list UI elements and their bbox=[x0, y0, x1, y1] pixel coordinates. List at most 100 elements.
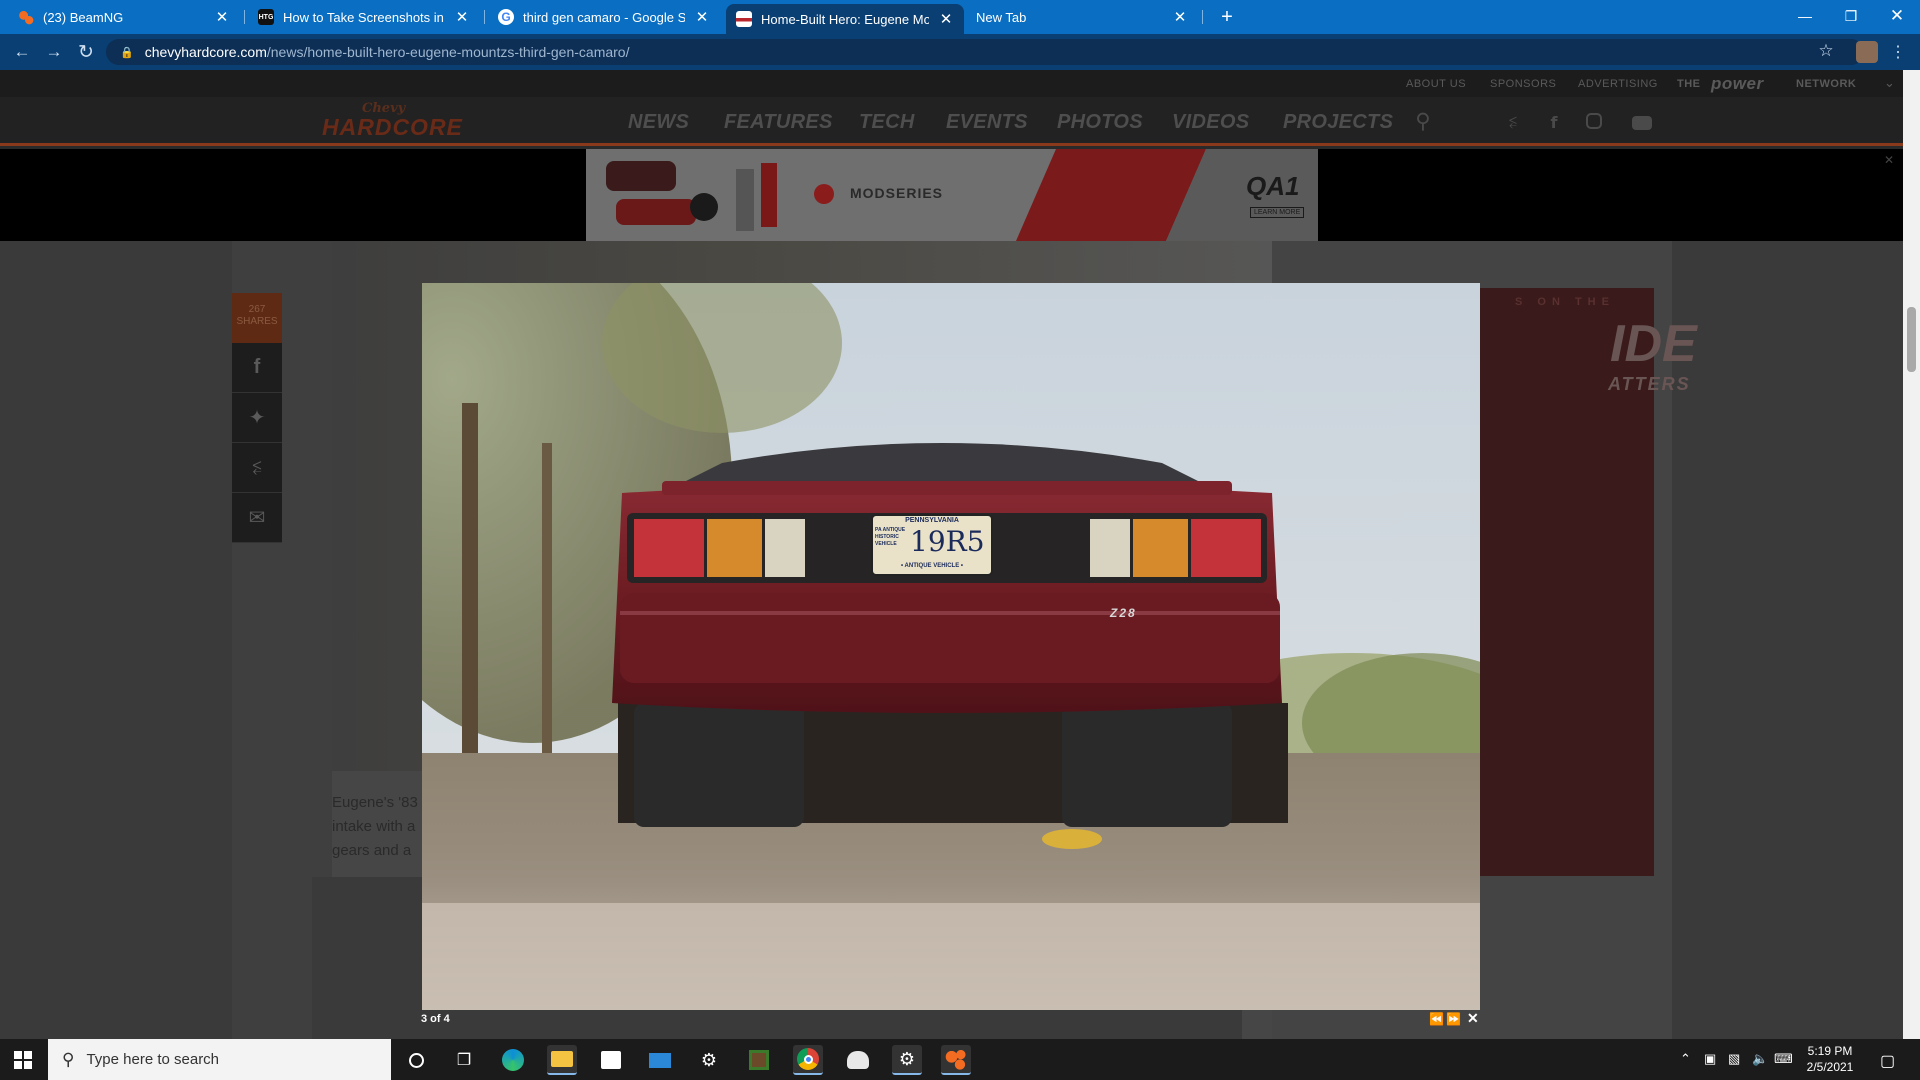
helmet-app-icon[interactable] bbox=[843, 1045, 873, 1075]
nav-projects[interactable]: PROJECTS bbox=[1283, 111, 1393, 134]
share-twitter-icon[interactable]: ✦ bbox=[232, 393, 282, 443]
show-hidden-icons[interactable]: ⌃ bbox=[1680, 1051, 1691, 1067]
chrome-icon[interactable] bbox=[793, 1045, 823, 1075]
taskbar-search[interactable]: ⚲ Type here to search bbox=[48, 1039, 391, 1080]
forward-icon[interactable]: → bbox=[44, 42, 64, 62]
search-icon[interactable]: ⚲ bbox=[1414, 109, 1432, 133]
site-nav-bar: Chevy HARDCORE NEWS FEATURES TECH EVENTS… bbox=[0, 97, 1920, 146]
close-lightbox-icon[interactable]: ✕ bbox=[1467, 1010, 1479, 1026]
windows-taskbar: ⚲ Type here to search ❐ ⚙ ⚙ ⌃ ▣ ▧ 🔈 ⌨ 5:… bbox=[0, 1039, 1920, 1080]
youtube-icon[interactable] bbox=[1632, 116, 1652, 130]
tab-new-tab[interactable]: New Tab ✕ bbox=[966, 0, 1198, 34]
beamng-icon bbox=[18, 9, 34, 25]
article-caption: Eugene's '83 intake with a gears and a bbox=[332, 794, 418, 859]
tab-title: Home-Built Hero: Eugene Mountz bbox=[761, 11, 929, 27]
ad-cta-button[interactable]: LEARN MORE bbox=[1250, 207, 1305, 218]
notification-center-icon[interactable]: ▢ bbox=[1880, 1051, 1895, 1071]
new-tab-button[interactable]: + bbox=[1212, 0, 1242, 34]
plate-state: PENNSYLVANIA bbox=[905, 517, 959, 524]
tab-chevy-hardcore[interactable]: Home-Built Hero: Eugene Mountz ✕ bbox=[726, 4, 964, 34]
beamng-taskbar-icon[interactable] bbox=[941, 1045, 971, 1075]
instagram-icon[interactable] bbox=[1586, 113, 1602, 129]
menu-dots-icon[interactable]: ⋮ bbox=[1888, 42, 1908, 62]
plate-side-text: PA ANTIQUE HISTORIC VEHICLE bbox=[875, 527, 906, 547]
chevron-down-icon[interactable]: ⌄ bbox=[1884, 75, 1895, 91]
browser-toolbar: ← → ↻ 🔒 chevyhardcore.com/news/home-buil… bbox=[0, 34, 1920, 70]
previous-image-icon[interactable]: ⏪ bbox=[1429, 1012, 1444, 1026]
close-window-icon[interactable]: ✕ bbox=[1874, 0, 1920, 32]
minimize-icon[interactable]: — bbox=[1782, 0, 1828, 32]
next-image-icon[interactable]: ⏩ bbox=[1446, 1012, 1461, 1026]
profile-avatar[interactable] bbox=[1856, 41, 1878, 63]
car-badge: Z28 bbox=[1110, 606, 1137, 620]
lightbox-counter: 3 of 4 bbox=[421, 1013, 450, 1025]
facebook-icon[interactable]: f bbox=[1545, 113, 1563, 132]
network-suffix: NETWORK bbox=[1796, 78, 1857, 90]
side-ad-line2: IDE bbox=[1610, 315, 1697, 373]
lock-icon: 🔒 bbox=[120, 46, 134, 59]
reload-icon[interactable]: ↻ bbox=[76, 42, 96, 63]
tab-title: New Tab bbox=[976, 9, 1027, 25]
lightbox-photo: PENNSYLVANIA PA ANTIQUE HISTORIC VEHICLE… bbox=[422, 283, 1480, 1010]
ad-row: MODSERIES QA1 LEARN MORE ✕ bbox=[0, 149, 1920, 241]
mail-icon[interactable] bbox=[645, 1045, 675, 1075]
tab-google-search[interactable]: G third gen camaro - Google Search ✕ bbox=[488, 0, 720, 34]
steam-icon[interactable]: ⚙ bbox=[694, 1045, 724, 1075]
bookmark-star-icon[interactable]: ☆ bbox=[1816, 41, 1836, 61]
nav-news[interactable]: NEWS bbox=[628, 111, 689, 134]
share-rss-icon[interactable]: ⥶ bbox=[232, 443, 282, 493]
nav-features[interactable]: FEATURES bbox=[724, 111, 833, 134]
nav-photos[interactable]: PHOTOS bbox=[1057, 111, 1143, 134]
ad-brand: MODSERIES bbox=[850, 185, 944, 201]
edge-icon[interactable] bbox=[498, 1045, 528, 1075]
close-tab-icon[interactable]: ✕ bbox=[214, 8, 230, 26]
sponsors-link[interactable]: SPONSORS bbox=[1490, 78, 1556, 90]
power-network-logo[interactable]: power bbox=[1711, 74, 1764, 94]
restore-icon[interactable]: ❐ bbox=[1828, 0, 1874, 32]
tab-how-to-geek[interactable]: HTG How to Take Screenshots in Windows ✕ bbox=[248, 0, 480, 34]
tab-title: third gen camaro - Google Search bbox=[523, 9, 685, 25]
scrollbar-thumb[interactable] bbox=[1907, 307, 1916, 372]
tab-beamng[interactable]: (23) BeamNG ✕ bbox=[8, 0, 240, 34]
share-facebook-icon[interactable]: f bbox=[232, 343, 282, 393]
google-icon: G bbox=[498, 9, 514, 25]
search-placeholder: Type here to search bbox=[86, 1051, 220, 1068]
htg-icon: HTG bbox=[258, 9, 274, 25]
address-bar[interactable]: 🔒 chevyhardcore.com/news/home-built-hero… bbox=[106, 39, 1864, 65]
ad-banner[interactable]: MODSERIES QA1 LEARN MORE bbox=[586, 149, 1318, 241]
minecraft-icon[interactable] bbox=[744, 1045, 774, 1075]
close-tab-icon[interactable]: ✕ bbox=[938, 10, 954, 28]
store-icon[interactable] bbox=[596, 1045, 626, 1075]
clock-date: 2/5/2021 bbox=[1806, 1060, 1854, 1074]
nav-events[interactable]: EVENTS bbox=[946, 111, 1028, 134]
advertising-link[interactable]: ADVERTISING bbox=[1578, 78, 1658, 90]
file-explorer-icon[interactable] bbox=[547, 1045, 577, 1075]
rss-icon[interactable]: ⥶ bbox=[1504, 113, 1522, 131]
network-prefix: THE bbox=[1677, 78, 1701, 90]
windows-start-icon[interactable] bbox=[8, 1045, 38, 1075]
task-view-icon[interactable]: ❐ bbox=[449, 1045, 479, 1075]
keyboard-icon[interactable]: ⌨ bbox=[1774, 1051, 1793, 1067]
site-logo[interactable]: Chevy HARDCORE bbox=[322, 101, 466, 143]
logo-main-text: HARDCORE bbox=[322, 114, 463, 140]
tab-title: (23) BeamNG bbox=[43, 9, 124, 25]
nav-tech[interactable]: TECH bbox=[859, 111, 915, 134]
close-ad-icon[interactable]: ✕ bbox=[1884, 153, 1894, 167]
back-icon[interactable]: ← bbox=[12, 42, 32, 62]
site-top-bar: ABOUT US SPONSORS ADVERTISING THE power … bbox=[0, 70, 1920, 97]
page-scrollbar[interactable] bbox=[1903, 70, 1920, 1039]
about-us-link[interactable]: ABOUT US bbox=[1406, 78, 1466, 90]
cortana-icon[interactable] bbox=[401, 1045, 431, 1075]
share-email-icon[interactable]: ✉ bbox=[232, 493, 282, 543]
network-icon[interactable]: ▧ bbox=[1728, 1051, 1740, 1067]
close-tab-icon[interactable]: ✕ bbox=[694, 8, 710, 26]
close-tab-icon[interactable]: ✕ bbox=[454, 8, 470, 26]
steam-active-icon[interactable]: ⚙ bbox=[892, 1045, 922, 1075]
tab-title: How to Take Screenshots in Windows bbox=[283, 9, 445, 25]
volume-icon[interactable]: 🔈 bbox=[1752, 1051, 1768, 1067]
close-tab-icon[interactable]: ✕ bbox=[1172, 8, 1188, 26]
nav-videos[interactable]: VIDEOS bbox=[1172, 111, 1249, 134]
battery-icon[interactable]: ▣ bbox=[1704, 1051, 1716, 1067]
chevy-hardcore-icon bbox=[736, 11, 752, 27]
system-clock[interactable]: 5:19 PM 2/5/2021 bbox=[1796, 1043, 1864, 1075]
